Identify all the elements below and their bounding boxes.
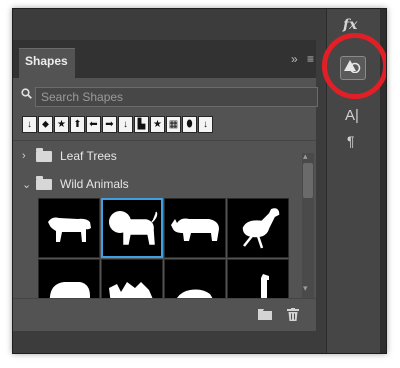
legacy-shape-6[interactable]: ➡ [102, 116, 117, 133]
fx-button[interactable]: fx [343, 17, 357, 33]
folder-icon[interactable] [258, 308, 272, 323]
collapse-icon[interactable]: » [291, 52, 298, 66]
panel-tab-bar: Shapes » ≡ [13, 40, 316, 78]
folder-icon [36, 147, 52, 162]
shape-giraffe[interactable] [227, 259, 289, 298]
shape-camel[interactable] [101, 259, 163, 298]
chevron-down-icon[interactable]: ⌄ [22, 178, 36, 191]
lioness-icon [48, 217, 91, 242]
divider [13, 140, 316, 141]
legacy-shape-1[interactable]: ↓ [22, 116, 37, 133]
highlight-ring [322, 33, 386, 99]
shape-rhino[interactable] [164, 198, 226, 258]
scroll-thumb[interactable] [303, 163, 313, 198]
legacy-shape-5[interactable]: ⬅ [86, 116, 101, 133]
shapes-panel: Shapes » ≡ Search Shapes ↓ ⬥ ★ ⬆ ⬅ ➡ ↓ ▙… [13, 40, 318, 331]
panel-menu-icon[interactable]: ≡ [307, 52, 314, 66]
shape-thumbnail-grid [38, 198, 294, 298]
legacy-shape-12[interactable]: ↓ [198, 116, 213, 133]
shape-lioness[interactable] [38, 198, 100, 258]
legacy-shape-4[interactable]: ⬆ [70, 116, 85, 133]
legacy-shape-3[interactable]: ★ [54, 116, 69, 133]
legacy-shape-9[interactable]: ★ [150, 116, 165, 133]
group-label: Wild Animals [60, 177, 129, 191]
scroll-up-icon[interactable]: ▴ [303, 151, 308, 162]
legacy-shapes-row: ↓ ⬥ ★ ⬆ ⬅ ➡ ↓ ▙ ★ ▦ ⬮ ↓ [22, 116, 214, 133]
workspace-background [13, 331, 326, 353]
folder-icon [36, 175, 52, 190]
legacy-shape-8[interactable]: ▙ [134, 116, 149, 133]
group-label: Leaf Trees [60, 149, 117, 163]
shape-lion[interactable] [101, 198, 163, 258]
camel-icon [109, 282, 153, 298]
ostrich-icon [242, 208, 280, 249]
legacy-shape-11[interactable]: ⬮ [182, 116, 197, 133]
search-icon [21, 88, 32, 102]
elephant-icon [49, 282, 90, 298]
legacy-shape-2[interactable]: ⬥ [38, 116, 53, 133]
app-window: fx A| ¶ Shapes » ≡ Search Shapes ↓ ⬥ ★ ⬆… [12, 8, 387, 354]
legacy-shape-7[interactable]: ↓ [118, 116, 133, 133]
bear-icon [176, 289, 213, 298]
scroll-down-icon[interactable]: ▾ [303, 283, 308, 294]
lion-icon [109, 211, 158, 245]
shape-bear[interactable] [164, 259, 226, 298]
panel-footer [13, 298, 316, 331]
group-leaf-trees[interactable]: › Leaf Trees [22, 147, 117, 165]
chevron-right-icon[interactable]: › [22, 150, 36, 162]
shape-elephant[interactable] [38, 259, 100, 298]
paragraph-icon[interactable]: ¶ [347, 133, 355, 149]
group-wild-animals[interactable]: ⌄ Wild Animals [22, 175, 129, 193]
rhino-icon [171, 218, 219, 241]
legacy-shape-10[interactable]: ▦ [166, 116, 181, 133]
search-shapes-input[interactable]: Search Shapes [35, 87, 318, 107]
giraffe-icon [261, 274, 269, 298]
shape-ostrich[interactable] [227, 198, 289, 258]
character-icon[interactable]: A| [345, 107, 359, 124]
tab-shapes[interactable]: Shapes [19, 48, 75, 78]
trash-icon[interactable] [287, 308, 299, 324]
scrollbar[interactable]: ▴ ▾ [302, 151, 314, 300]
